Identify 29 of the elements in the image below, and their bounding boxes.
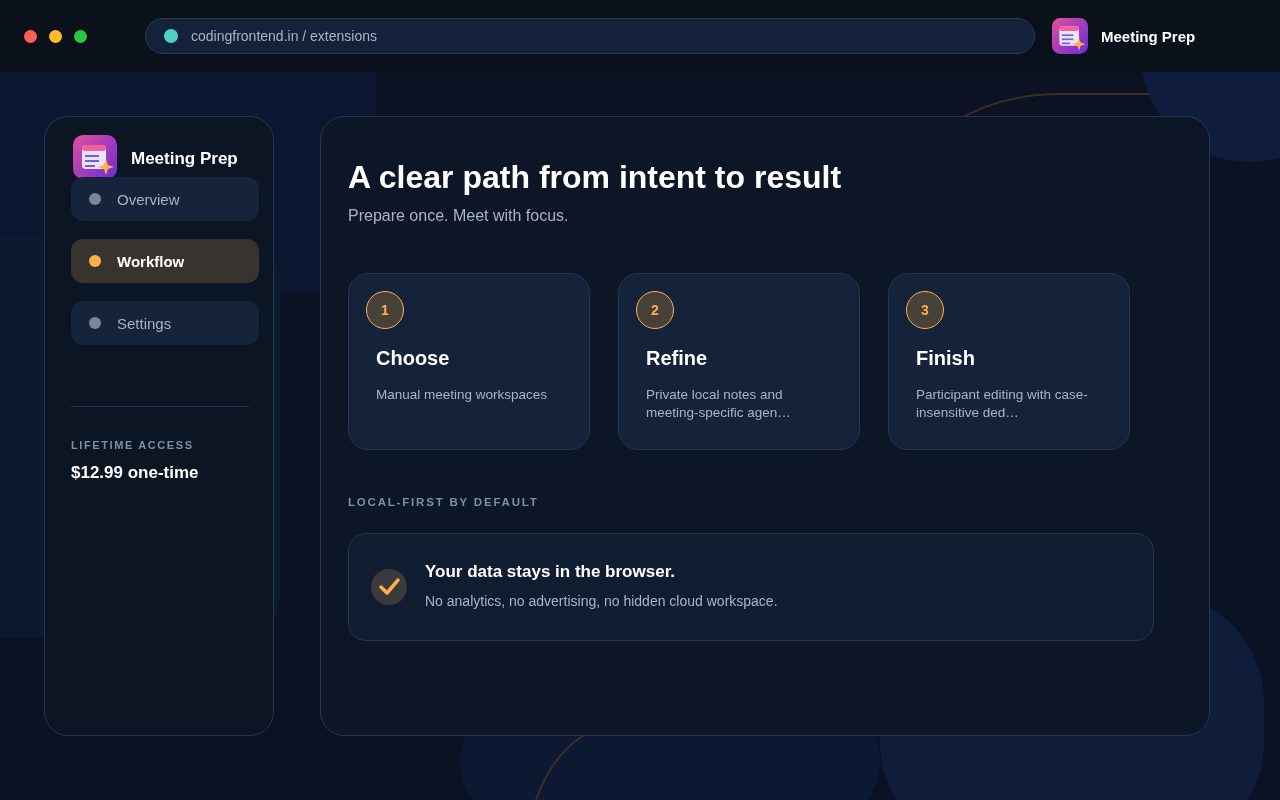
step-title: Refine [646,347,708,370]
step-description: Manual meeting workspaces [376,386,549,404]
page-title: A clear path from intent to result [348,158,843,197]
step-title: Choose [376,347,450,370]
notice-title: Your data stays in the browser. [425,561,676,582]
step-number: 2 [636,291,674,329]
section-label: LOCAL-FIRST BY DEFAULT [348,496,540,508]
page-subtitle: Prepare once. Meet with focus. [348,207,570,225]
price-label: LIFETIME ACCESS [71,439,195,451]
sidebar-title: Meeting Prep [131,149,238,169]
app-title: Meeting Prep [1101,27,1196,45]
maximize-window-button[interactable] [74,29,87,43]
calendar-icon [1052,18,1088,54]
step-description: Private local notes and meeting-specific agen… [646,386,792,422]
step-number: 1 [366,291,404,329]
step-number: 3 [906,291,944,329]
step-description: Participant editing with case-insensitive ded… [916,386,1089,422]
price: $12.99 one-time [71,463,200,483]
calendar-icon [73,135,117,179]
minimize-window-button[interactable] [49,29,62,43]
close-window-button[interactable] [24,29,37,43]
step-title: Finish [916,347,975,370]
nav-item[interactable]: Workflow [71,239,259,283]
nav-item[interactable]: Settings [71,301,259,345]
secure-dot-icon [164,29,178,43]
notice-text: No analytics, no advertising, no hidden cloud workspace. [425,592,778,609]
address-bar[interactable]: codingfrontend.in / extensions [145,18,1035,54]
checkmark-icon [371,569,407,605]
nav-item[interactable]: Overview [71,177,259,221]
